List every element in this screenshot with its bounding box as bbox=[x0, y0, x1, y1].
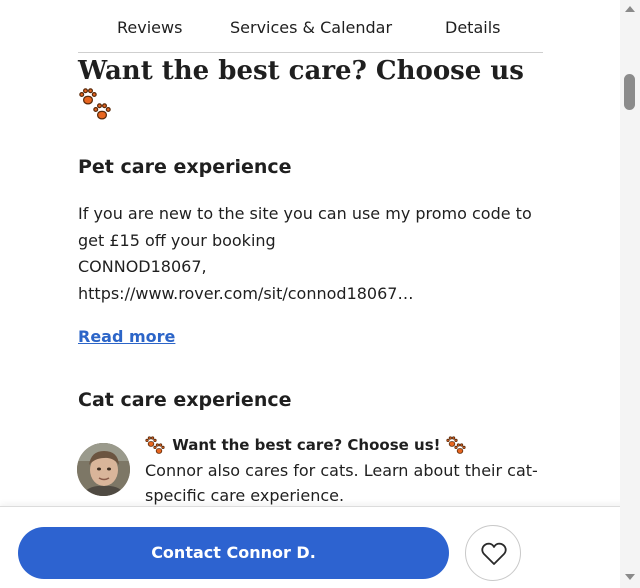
pet-care-line: https://www.rover.com/sit/connod18067… bbox=[78, 283, 414, 303]
pet-care-line: CONNOD18067, bbox=[78, 257, 207, 276]
contact-sitter-button[interactable]: Contact Connor D. bbox=[18, 527, 449, 579]
sticky-action-footer: Contact Connor D. bbox=[0, 506, 640, 588]
tab-reviews[interactable]: Reviews bbox=[117, 18, 182, 37]
paw-prints-icon bbox=[446, 435, 468, 456]
avatar bbox=[77, 443, 130, 496]
scroll-up-arrow-icon[interactable] bbox=[625, 6, 635, 12]
profile-tab-bar: Reviews Services & Calendar Details bbox=[78, 0, 543, 53]
tab-details[interactable]: Details bbox=[445, 18, 500, 37]
scrollbar-thumb[interactable] bbox=[624, 74, 635, 110]
pet-care-experience-title: Pet care experience bbox=[78, 156, 292, 178]
vertical-scrollbar[interactable] bbox=[620, 0, 640, 588]
heart-icon bbox=[481, 542, 507, 565]
favorite-button[interactable] bbox=[465, 525, 521, 581]
cat-care-line: specific care experience. bbox=[145, 486, 345, 505]
pet-care-line: If you are new to the site you can use m… bbox=[78, 204, 532, 223]
cat-care-experience-title: Cat care experience bbox=[78, 389, 292, 411]
pet-care-description: If you are new to the site you can use m… bbox=[78, 201, 548, 307]
cat-care-heading-row: Want the best care? Choose us! bbox=[145, 432, 545, 458]
cat-care-description: Connor also cares for cats. Learn about … bbox=[145, 458, 545, 508]
paw-prints-icon bbox=[145, 435, 167, 456]
cat-care-summary: Want the best care? Choose us! Connor al… bbox=[145, 432, 545, 508]
tab-services-calendar[interactable]: Services & Calendar bbox=[230, 18, 392, 37]
profile-headline: Want the best care? Choose us bbox=[78, 56, 524, 86]
scroll-down-arrow-icon[interactable] bbox=[625, 574, 635, 580]
read-more-link[interactable]: Read more bbox=[78, 327, 175, 346]
paw-prints-icon bbox=[79, 88, 116, 124]
pet-care-line: get £15 off your booking bbox=[78, 230, 276, 250]
sitter-profile-page: Reviews Services & Calendar Details Want… bbox=[0, 0, 640, 588]
cat-care-line: Connor also cares for cats. Learn about … bbox=[145, 461, 538, 480]
cat-care-heading: Want the best care? Choose us! bbox=[172, 436, 441, 454]
